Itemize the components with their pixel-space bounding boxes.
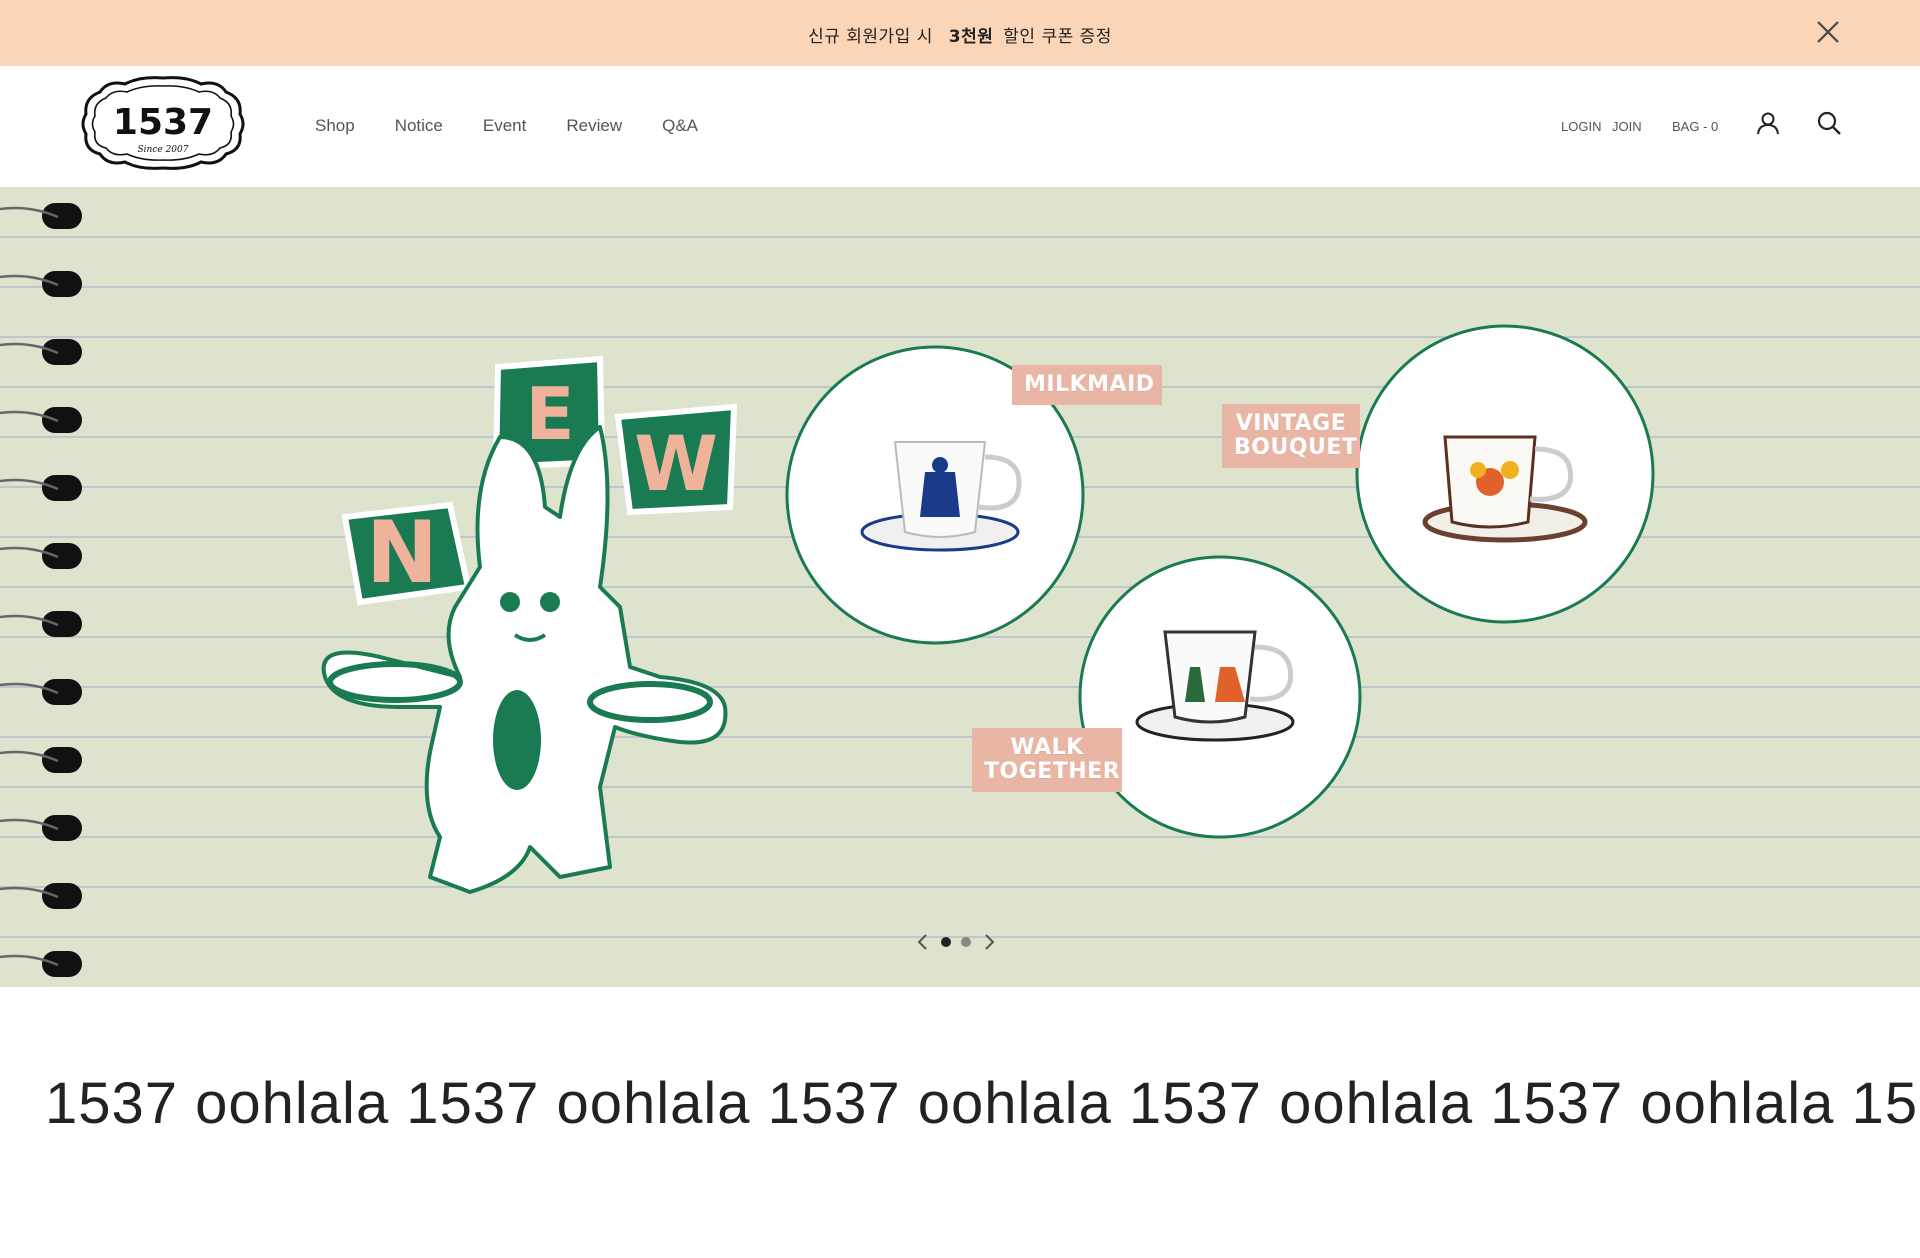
close-icon[interactable] [1814, 18, 1842, 46]
vintage-bouquet-cutout [1355, 324, 1655, 624]
new-letter-e: E [525, 372, 574, 456]
new-letter-w: W [634, 419, 718, 508]
promo-text: 신규 회원가입 시 3천원 할인 쿠폰 증정 [0, 22, 1920, 47]
logo-main-text: 1537 [113, 102, 213, 143]
product-tag-walk-together[interactable]: WALK TOGETHER [972, 728, 1122, 792]
product-tag-vintage-bouquet[interactable]: VINTAGE BOUQUET [1222, 404, 1360, 468]
nav-notice[interactable]: Notice [395, 116, 443, 136]
nav-shop[interactable]: Shop [315, 116, 355, 136]
slider-dot-1[interactable] [941, 937, 951, 947]
product-tag-line: BOUQUET [1234, 435, 1358, 460]
promo-banner: 신규 회원가입 시 3천원 할인 쿠폰 증정 [0, 0, 1920, 66]
product-tag-line: TOGETHER [984, 759, 1121, 784]
search-icon[interactable] [1816, 110, 1842, 136]
slider-dot-2[interactable] [961, 937, 971, 947]
walk-together-cutout [1078, 555, 1362, 839]
product-tag-line: WALK [1010, 735, 1084, 760]
nav-qna[interactable]: Q&A [662, 116, 698, 136]
hero-slider[interactable]: N E W MILKMAID VINTAGE BOUQUET WALK TOGE… [0, 187, 1920, 987]
main-nav: Shop Notice Event Review Q&A [315, 116, 738, 136]
chevron-right-icon[interactable] [981, 932, 997, 952]
nav-event[interactable]: Event [483, 116, 526, 136]
slider-pagination [915, 932, 997, 952]
login-link[interactable]: LOGIN [1561, 119, 1601, 134]
product-tag-milkmaid[interactable]: MILKMAID [1012, 365, 1162, 405]
site-header: 1537 Since 2007 Shop Notice Event Review… [0, 66, 1920, 187]
brand-marquee: 1537 oohlala 1537 oohlala 1537 oohlala 1… [0, 1070, 1920, 1160]
logo-sub-text: Since 2007 [138, 145, 189, 155]
product-tag-line: VINTAGE [1235, 411, 1347, 436]
user-icon[interactable] [1755, 110, 1781, 136]
new-letter-n: N [366, 503, 438, 603]
nav-review[interactable]: Review [566, 116, 622, 136]
join-link[interactable]: JOIN [1612, 119, 1642, 134]
bag-link[interactable]: BAG - 0 [1672, 119, 1718, 134]
chevron-left-icon[interactable] [915, 932, 931, 952]
marquee-text: 1537 oohlala 1537 oohlala 1537 oohlala 1… [45, 1071, 1920, 1136]
product-tag-line: MILKMAID [1024, 372, 1155, 397]
promo-text-bold: 3천원 [948, 27, 994, 47]
promo-text-before: 신규 회원가입 시 [808, 27, 933, 47]
notebook-lines: N E W [0, 236, 1920, 938]
brand-logo[interactable]: 1537 Since 2007 [80, 74, 246, 172]
spiral-binding [0, 203, 82, 977]
promo-text-after: 할인 쿠폰 증정 [1003, 27, 1112, 47]
